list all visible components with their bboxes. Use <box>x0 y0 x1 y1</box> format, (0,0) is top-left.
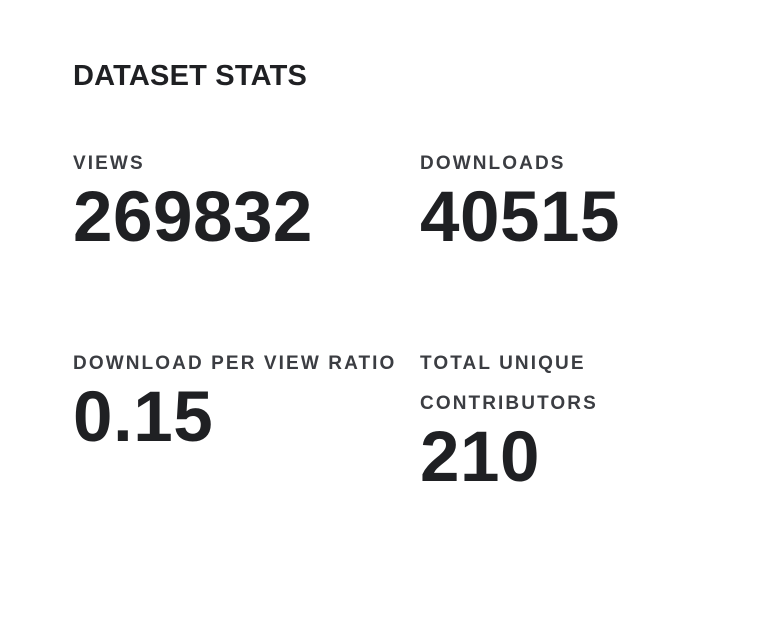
stat-views-value: 269832 <box>73 178 313 257</box>
stat-downloads: DOWNLOADS 40515 <box>420 144 760 257</box>
stat-download-per-view-ratio: DOWNLOAD PER VIEW RATIO 0.15 <box>73 344 413 457</box>
stat-downloads-value: 40515 <box>420 178 620 257</box>
stat-contributors-label: TOTAL UNIQUE CONTRIBUTORS <box>420 353 598 414</box>
stat-ratio-value: 0.15 <box>73 378 214 457</box>
panel-title: DATASET STATS <box>73 60 308 92</box>
stat-contributors-value: 210 <box>420 418 540 497</box>
stat-views: VIEWS 269832 <box>73 144 413 257</box>
stat-total-unique-contributors: TOTAL UNIQUE CONTRIBUTORS 210 <box>420 344 650 497</box>
